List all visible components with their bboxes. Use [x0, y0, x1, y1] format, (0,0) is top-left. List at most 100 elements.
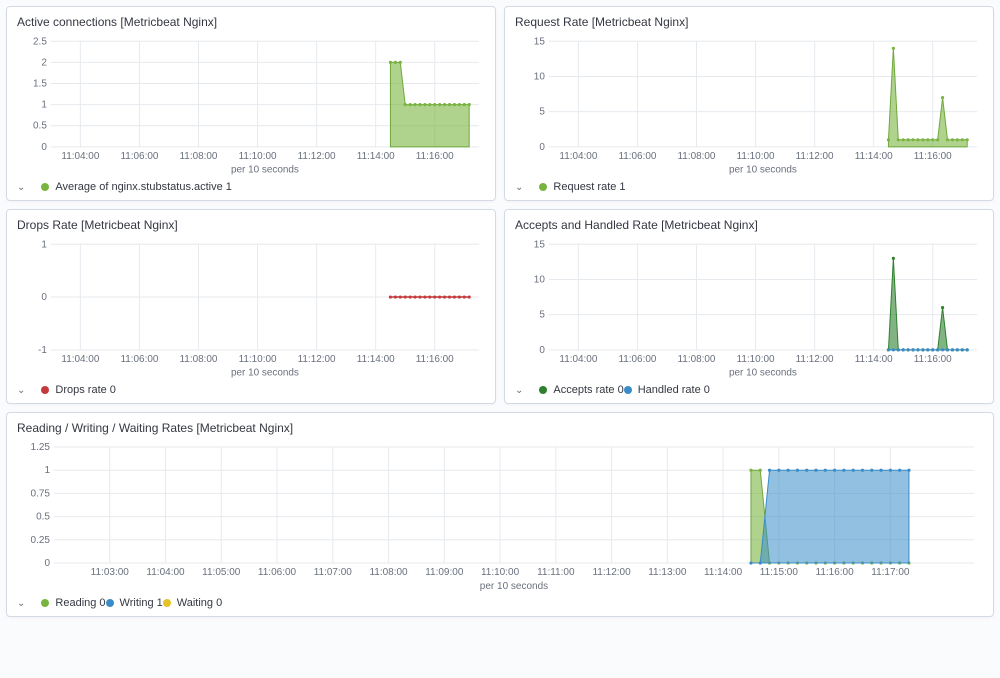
- legend-swatch: [163, 599, 171, 607]
- svg-text:0: 0: [539, 142, 545, 153]
- chart-rww[interactable]: 00.250.50.7511.2511:03:0011:04:0011:05:0…: [17, 441, 983, 591]
- svg-text:1: 1: [41, 100, 47, 111]
- legend-accepts: ⌄ Accepts rate 0Handled rate 0: [515, 384, 983, 397]
- chart-drops[interactable]: -10111:04:0011:06:0011:08:0011:10:0011:1…: [17, 238, 485, 378]
- svg-text:0.5: 0.5: [33, 121, 47, 132]
- svg-text:per 10 seconds: per 10 seconds: [480, 581, 548, 591]
- chart-request[interactable]: 05101511:04:0011:06:0011:08:0011:10:0011…: [515, 35, 983, 175]
- legend-item[interactable]: Waiting 0: [163, 597, 222, 609]
- svg-text:11:05:00: 11:05:00: [202, 567, 241, 578]
- legend-swatch: [41, 183, 49, 191]
- legend-item[interactable]: Average of nginx.stubstatus.active 1: [41, 181, 232, 193]
- svg-text:1: 1: [44, 465, 50, 476]
- svg-text:11:04:00: 11:04:00: [61, 151, 99, 162]
- svg-text:11:16:00: 11:16:00: [416, 151, 454, 162]
- svg-text:11:17:00: 11:17:00: [871, 567, 910, 578]
- svg-text:11:04:00: 11:04:00: [559, 151, 597, 162]
- dashboard-grid: Active connections [Metricbeat Nginx] 0 0…: [0, 0, 1000, 623]
- svg-text:11:08:00: 11:08:00: [180, 354, 218, 365]
- svg-text:11:04:00: 11:04:00: [146, 567, 185, 578]
- svg-text:11:04:00: 11:04:00: [559, 354, 597, 365]
- legend-label: Writing 1: [120, 597, 163, 609]
- panel-title: Reading / Writing / Waiting Rates [Metri…: [17, 421, 983, 435]
- legend-item[interactable]: Drops rate 0: [41, 384, 116, 396]
- svg-text:11:14:00: 11:14:00: [704, 567, 743, 578]
- svg-text:11:09:00: 11:09:00: [425, 567, 464, 578]
- legend-label: Drops rate 0: [55, 384, 116, 396]
- svg-text:11:12:00: 11:12:00: [298, 354, 336, 365]
- svg-text:1.5: 1.5: [33, 78, 47, 89]
- chevron-down-icon[interactable]: ⌄: [515, 182, 523, 193]
- svg-text:11:03:00: 11:03:00: [91, 567, 130, 578]
- legend-items: Request rate 1: [539, 181, 625, 194]
- svg-text:11:14:00: 11:14:00: [357, 151, 395, 162]
- svg-text:15: 15: [534, 239, 546, 250]
- svg-text:2.5: 2.5: [33, 36, 47, 47]
- svg-text:per 10 seconds: per 10 seconds: [729, 165, 797, 175]
- legend-swatch: [106, 599, 114, 607]
- svg-text:11:08:00: 11:08:00: [678, 354, 716, 365]
- panel-accepts-handled: Accepts and Handled Rate [Metricbeat Ngi…: [504, 209, 994, 404]
- svg-text:11:10:00: 11:10:00: [239, 354, 277, 365]
- svg-text:11:12:00: 11:12:00: [796, 151, 834, 162]
- svg-text:per 10 seconds: per 10 seconds: [231, 165, 299, 175]
- svg-text:11:14:00: 11:14:00: [855, 354, 893, 365]
- legend-label: Reading 0: [55, 597, 105, 609]
- panel-drops-rate: Drops Rate [Metricbeat Nginx] -10111:04:…: [6, 209, 496, 404]
- legend-rww: ⌄ Reading 0 Writing 1 Waiting 0: [17, 597, 983, 610]
- legend-items: Reading 0 Writing 1 Waiting 0: [41, 597, 222, 610]
- svg-text:10: 10: [534, 274, 546, 285]
- panel-title: Active connections [Metricbeat Nginx]: [17, 15, 485, 29]
- legend-active: ⌄ Average of nginx.stubstatus.active 1: [17, 181, 485, 194]
- legend-label: Waiting 0: [177, 597, 222, 609]
- legend-label: Average of nginx.stubstatus.active 1: [55, 181, 232, 193]
- chevron-down-icon[interactable]: ⌄: [17, 182, 25, 193]
- svg-text:11:08:00: 11:08:00: [369, 567, 408, 578]
- chevron-down-icon[interactable]: ⌄: [17, 598, 25, 609]
- panel-request-rate: Request Rate [Metricbeat Nginx] 05101511…: [504, 6, 994, 201]
- svg-text:5: 5: [539, 107, 545, 118]
- svg-text:11:10:00: 11:10:00: [239, 151, 277, 162]
- legend-item[interactable]: Handled rate 0: [624, 384, 710, 396]
- svg-text:1: 1: [41, 239, 47, 250]
- svg-text:1.25: 1.25: [31, 442, 51, 453]
- svg-text:11:16:00: 11:16:00: [914, 151, 952, 162]
- svg-text:0: 0: [539, 345, 545, 356]
- legend-request: ⌄ Request rate 1: [515, 181, 983, 194]
- svg-text:11:06:00: 11:06:00: [120, 354, 158, 365]
- legend-item[interactable]: Writing 1: [106, 597, 163, 609]
- panel-title: Drops Rate [Metricbeat Nginx]: [17, 218, 485, 232]
- svg-text:11:16:00: 11:16:00: [914, 354, 952, 365]
- panel-title: Request Rate [Metricbeat Nginx]: [515, 15, 983, 29]
- svg-text:0.75: 0.75: [31, 488, 51, 499]
- chevron-down-icon[interactable]: ⌄: [515, 385, 523, 396]
- chart-accepts[interactable]: 05101511:04:0011:06:0011:08:0011:10:0011…: [515, 238, 983, 378]
- legend-swatch: [624, 386, 632, 394]
- svg-text:11:08:00: 11:08:00: [180, 151, 218, 162]
- panel-active-connections: Active connections [Metricbeat Nginx] 00…: [6, 6, 496, 201]
- chevron-down-icon[interactable]: ⌄: [17, 385, 25, 396]
- svg-text:11:15:00: 11:15:00: [760, 567, 799, 578]
- svg-text:11:10:00: 11:10:00: [737, 354, 775, 365]
- legend-item[interactable]: Reading 0: [41, 597, 105, 609]
- svg-text:11:10:00: 11:10:00: [737, 151, 775, 162]
- svg-text:11:06:00: 11:06:00: [258, 567, 297, 578]
- legend-drops: ⌄ Drops rate 0: [17, 384, 485, 397]
- legend-label: Accepts rate 0: [553, 384, 623, 396]
- legend-swatch: [539, 386, 547, 394]
- svg-text:11:10:00: 11:10:00: [481, 567, 520, 578]
- svg-text:0.5: 0.5: [36, 512, 50, 523]
- legend-item[interactable]: Request rate 1: [539, 181, 625, 193]
- legend-swatch: [41, 599, 49, 607]
- legend-label: Request rate 1: [553, 181, 625, 193]
- svg-text:per 10 seconds: per 10 seconds: [729, 368, 797, 378]
- svg-text:11:07:00: 11:07:00: [314, 567, 353, 578]
- svg-text:15: 15: [534, 36, 546, 47]
- legend-swatch: [539, 183, 547, 191]
- svg-text:11:06:00: 11:06:00: [618, 354, 656, 365]
- legend-item[interactable]: Accepts rate 0: [539, 384, 623, 396]
- chart-active[interactable]: 00.511.522.511:04:0011:06:0011:08:0011:1…: [17, 35, 485, 175]
- svg-text:per 10 seconds: per 10 seconds: [231, 368, 299, 378]
- svg-text:11:16:00: 11:16:00: [816, 567, 855, 578]
- svg-text:11:06:00: 11:06:00: [618, 151, 656, 162]
